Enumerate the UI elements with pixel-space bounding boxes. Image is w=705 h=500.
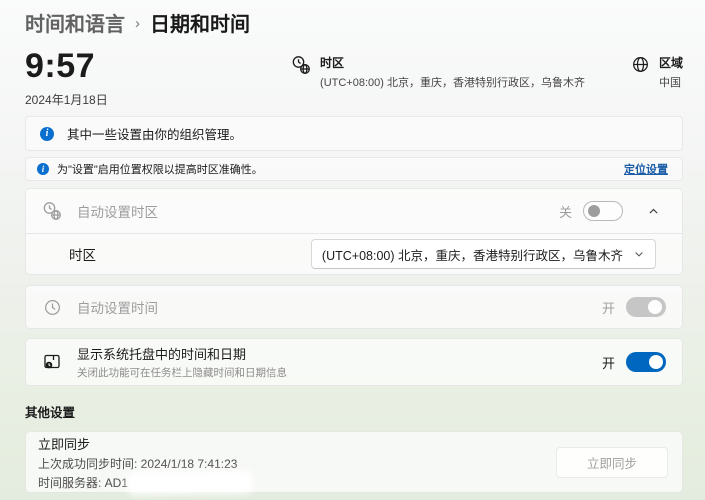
auto-timezone-row: 自动设置时区 关	[26, 189, 682, 233]
current-time: 9:57	[25, 46, 205, 86]
timezone-summary: 时区 (UTC+08:00) 北京，重庆，香港特别行政区，乌鲁木齐	[291, 54, 585, 90]
sync-now-title: 立即同步	[38, 434, 249, 453]
auto-time-state: 开	[602, 298, 615, 317]
page-title: 日期和时间	[150, 8, 250, 37]
toggle-knob	[588, 205, 600, 217]
auto-time-row: 自动设置时间 开	[26, 286, 682, 328]
auto-timezone-card: 自动设置时区 关 时区 (UTC+08:00) 北京，重庆，香港特别行政区，乌鲁…	[25, 188, 683, 275]
globe-icon	[631, 55, 650, 74]
tray-clock-toggle[interactable]	[626, 352, 666, 372]
sync-card: 立即同步 上次成功同步时间: 2024/1/18 7:41:23 时间服务器: …	[25, 431, 683, 493]
region-label: 区域	[659, 54, 683, 71]
clock-block: 9:57 2024年1月18日	[25, 46, 205, 108]
info-icon: i	[37, 163, 49, 175]
time-server-line: 时间服务器: AD1	[38, 474, 249, 491]
tray-clock-label: 显示系统托盘中的时间和日期	[77, 344, 287, 363]
timezone-dropdown[interactable]: (UTC+08:00) 北京，重庆，香港特别行政区，乌鲁木齐	[311, 239, 656, 269]
toggle-knob	[648, 300, 662, 314]
date-time-settings-page: 时间和语言 › 日期和时间 9:57 2024年1月18日 时区 (UTC+08…	[0, 0, 705, 500]
hero-section: 9:57 2024年1月18日 时区 (UTC+08:00) 北京，重庆，香港特…	[25, 46, 683, 108]
timezone-label: 时区	[320, 54, 585, 71]
auto-timezone-toggle[interactable]	[583, 201, 623, 221]
breadcrumb: 时间和语言 › 日期和时间	[25, 8, 683, 36]
current-date: 2024年1月18日	[25, 91, 205, 108]
last-sync-time: 上次成功同步时间: 2024/1/18 7:41:23	[38, 455, 249, 472]
clock-icon	[41, 298, 63, 317]
auto-time-label: 自动设置时间	[77, 297, 158, 317]
sync-now-button[interactable]: 立即同步	[556, 447, 668, 478]
auto-time-toggle[interactable]	[626, 297, 666, 317]
timezone-value: (UTC+08:00) 北京，重庆，香港特别行政区，乌鲁木齐	[320, 74, 585, 90]
tray-clock-description: 关闭此功能可在任务栏上隐藏时间和日期信息	[77, 365, 287, 380]
timezone-row-label: 时区	[69, 244, 96, 264]
region-value: 中国	[659, 74, 683, 90]
info-icon: i	[40, 127, 54, 141]
chevron-up-icon	[647, 205, 660, 218]
breadcrumb-separator: ›	[135, 13, 140, 32]
location-settings-link[interactable]: 定位设置	[624, 161, 668, 177]
auto-time-card: 自动设置时间 开	[25, 285, 683, 329]
tray-clock-state: 开	[602, 353, 615, 372]
time-server-text: 时间服务器: AD1	[38, 474, 128, 491]
redacted-server-name	[131, 474, 249, 490]
timezone-row: 时区 (UTC+08:00) 北京，重庆，香港特别行政区，乌鲁木齐	[26, 234, 682, 274]
breadcrumb-time-language[interactable]: 时间和语言	[25, 8, 125, 37]
auto-timezone-state: 关	[559, 202, 572, 221]
other-settings-heading: 其他设置	[25, 402, 683, 418]
collapse-button[interactable]	[640, 198, 666, 224]
tray-clock-card: 显示系统托盘中的时间和日期 关闭此功能可在任务栏上隐藏时间和日期信息 开	[25, 338, 683, 386]
location-permission-banner: i 为"设置"启用位置权限以提高时区准确性。 定位设置	[25, 157, 683, 181]
toggle-knob	[649, 355, 663, 369]
org-managed-banner: i 其中一些设置由你的组织管理。	[25, 116, 683, 151]
clock-globe-icon	[291, 55, 311, 75]
timezone-dropdown-value: (UTC+08:00) 北京，重庆，香港特别行政区，乌鲁木齐	[322, 245, 623, 264]
clock-globe-icon	[41, 201, 63, 221]
region-summary: 区域 中国	[631, 54, 683, 90]
auto-timezone-label: 自动设置时区	[77, 201, 158, 221]
location-permission-text: 为"设置"启用位置权限以提高时区准确性。	[57, 161, 263, 177]
calendar-clock-icon	[41, 352, 63, 372]
chevron-down-icon	[633, 248, 645, 260]
org-managed-text: 其中一些设置由你的组织管理。	[67, 124, 242, 143]
tray-clock-row: 显示系统托盘中的时间和日期 关闭此功能可在任务栏上隐藏时间和日期信息 开	[26, 339, 682, 385]
